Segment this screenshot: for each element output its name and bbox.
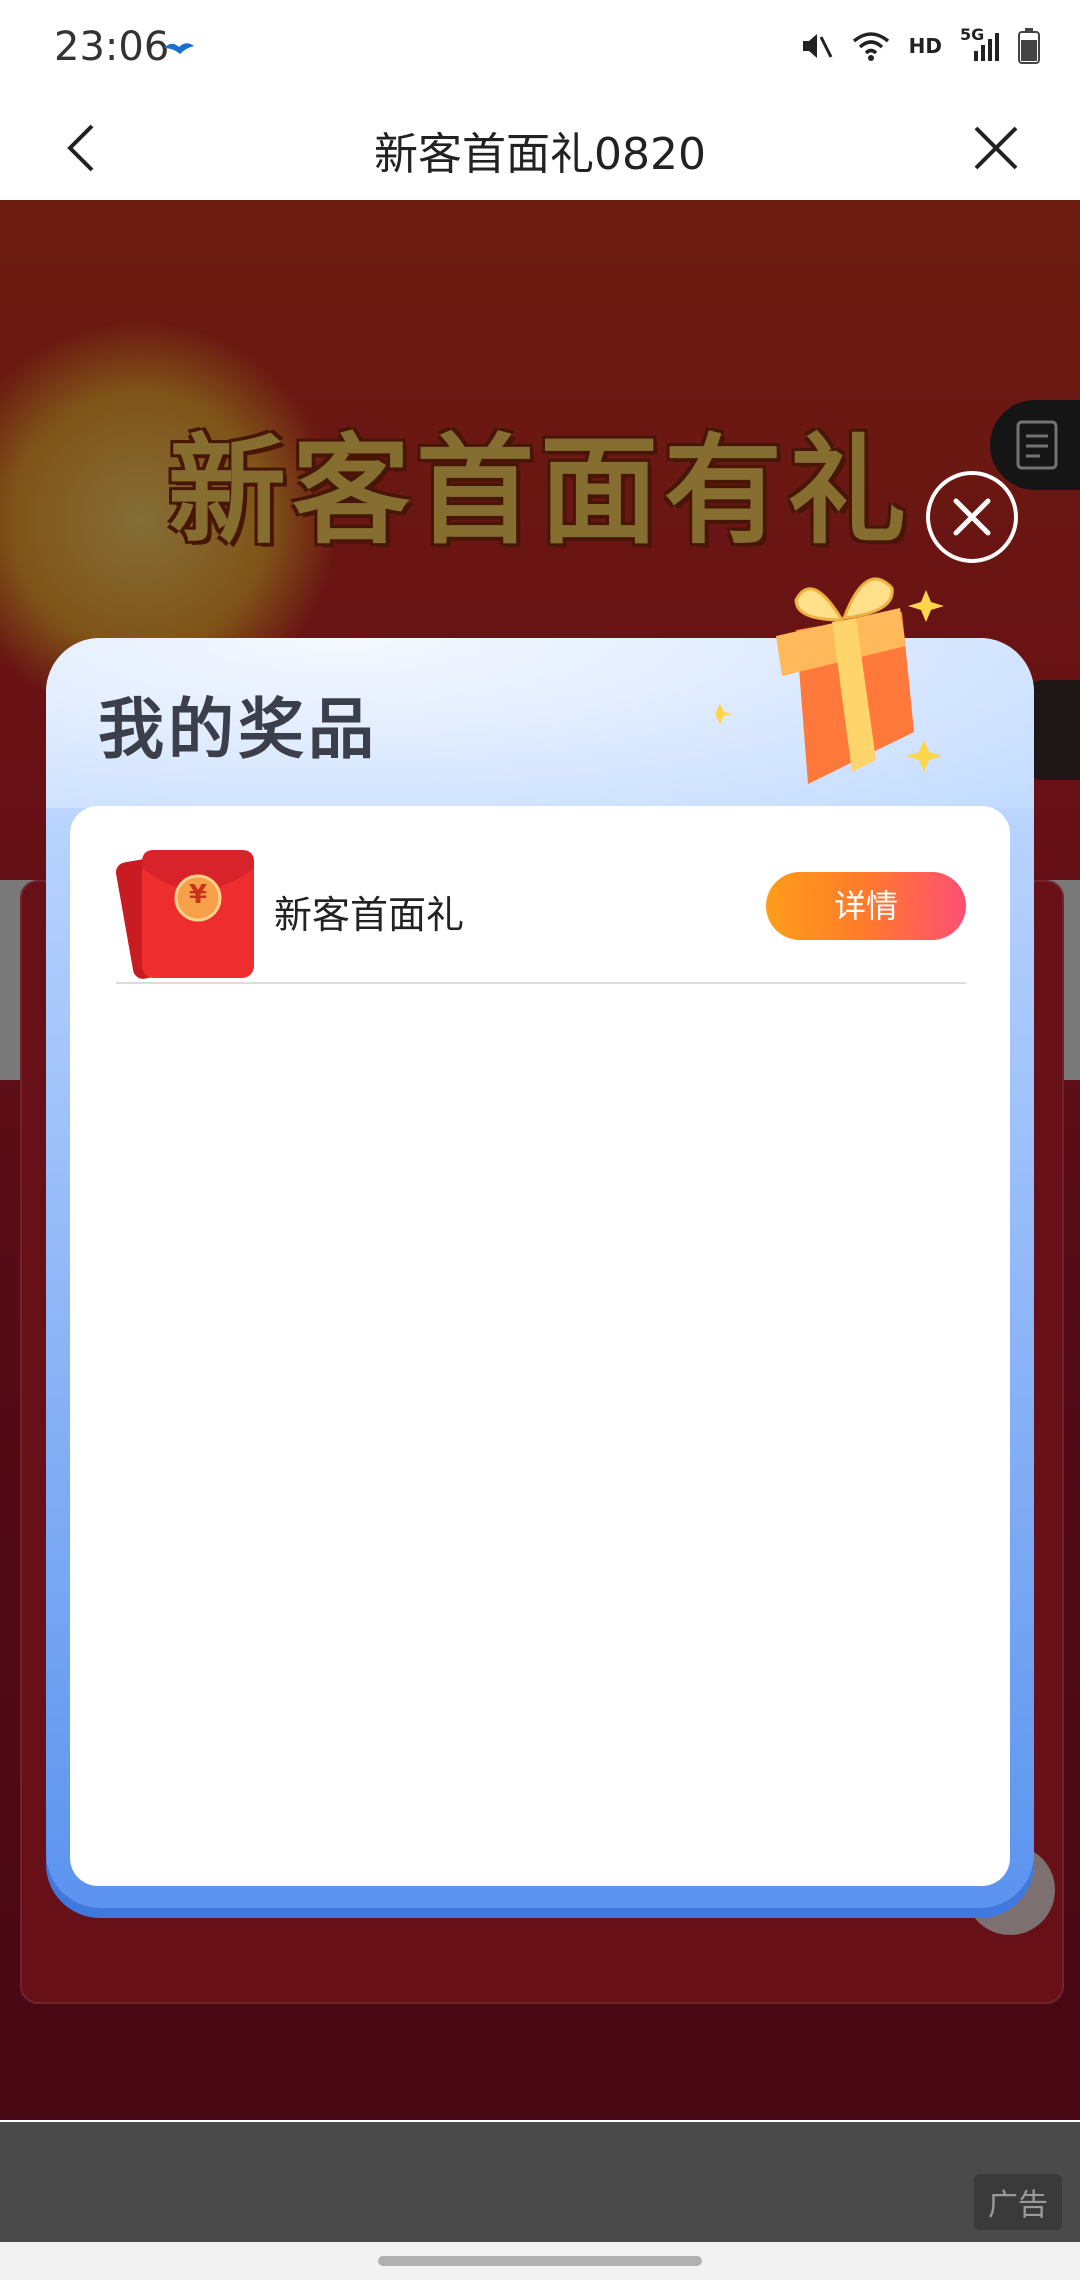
gesture-bar (0, 2242, 1080, 2280)
ad-banner[interactable]: 广告 (0, 2122, 1080, 2242)
page-title: 新客首面礼0820 (374, 129, 706, 180)
wifi-icon (852, 32, 889, 61)
nav-bar: 新客首面礼0820 (0, 96, 1080, 200)
popup-title: 我的奖品 (98, 691, 378, 768)
app-notification-icon (164, 43, 194, 54)
detail-button[interactable]: 详情 (766, 872, 966, 940)
close-circle-icon (953, 498, 991, 536)
battery-icon (1018, 28, 1040, 64)
status-bar: 23:06 HD 5G (0, 0, 1080, 96)
status-time: 23:06 (54, 24, 170, 70)
mute-icon (802, 34, 832, 58)
signal-icon: 5G (960, 25, 1000, 63)
prize-name: 新客首面礼 (274, 893, 465, 937)
red-envelope-icon (116, 850, 254, 979)
close-icon[interactable] (966, 118, 1026, 178)
modal-close-button[interactable] (926, 471, 1018, 563)
prize-list: ¥ 新客首面礼 详情 (70, 806, 1010, 1886)
currency-symbol: ¥ (188, 880, 208, 910)
hd-indicator: HD (908, 34, 942, 58)
gift-box-icon (716, 577, 944, 784)
home-indicator[interactable] (378, 2256, 702, 2266)
ad-label: 广告 (974, 2174, 1062, 2230)
prize-popup: 我的奖品 ¥ 新客首面礼 详情 (46, 638, 1034, 1908)
prize-item: ¥ 新客首面礼 详情 (116, 842, 966, 984)
